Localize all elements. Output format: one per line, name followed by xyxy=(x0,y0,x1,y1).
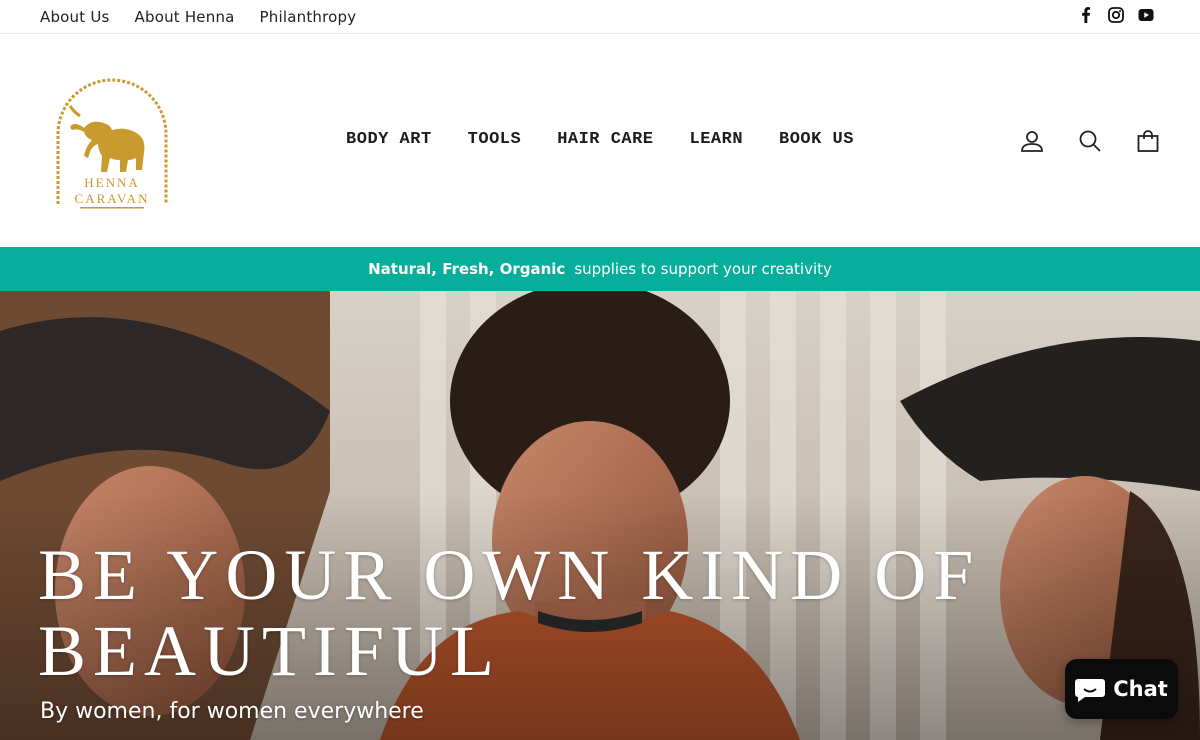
about-henna-link[interactable]: About Henna xyxy=(135,8,235,26)
about-us-link[interactable]: About Us xyxy=(40,8,110,26)
account-icon[interactable] xyxy=(1020,129,1044,153)
utility-links: About Us About Henna Philanthropy xyxy=(40,0,356,33)
nav-tools[interactable]: TOOLS xyxy=(468,130,522,149)
announcement-bold: Natural, Fresh, Organic xyxy=(368,260,566,278)
hero-banner: BE YOUR OWN KIND OF BEAUTIFUL By women, … xyxy=(0,291,1200,740)
logo-line2: CARAVAN xyxy=(75,191,150,206)
philanthropy-link[interactable]: Philanthropy xyxy=(260,8,357,26)
chat-bubble-icon xyxy=(1075,675,1106,703)
logo-line1: HENNA xyxy=(84,175,140,190)
header-icons xyxy=(1020,129,1160,153)
utility-bar: About Us About Henna Philanthropy xyxy=(0,0,1200,34)
chat-button[interactable]: Chat xyxy=(1065,659,1178,719)
nav-body-art[interactable]: BODY ART xyxy=(346,130,432,149)
hero-title: BE YOUR OWN KIND OF BEAUTIFUL xyxy=(38,535,981,691)
nav-book-us[interactable]: BOOK US xyxy=(779,130,854,149)
cart-icon[interactable] xyxy=(1136,129,1160,153)
site-header: HENNA CARAVAN BODY ART TOOLS HAIR CARE L… xyxy=(0,34,1200,246)
instagram-icon[interactable] xyxy=(1108,7,1124,23)
announcement-bar[interactable]: Natural, Fresh, Organic supplies to supp… xyxy=(0,247,1200,291)
facebook-icon[interactable] xyxy=(1078,7,1094,23)
search-icon[interactable] xyxy=(1078,129,1102,153)
youtube-icon[interactable] xyxy=(1138,7,1154,23)
announcement-text: supplies to support your creativity xyxy=(574,260,832,278)
chat-label: Chat xyxy=(1113,677,1168,701)
social-links xyxy=(1078,7,1154,23)
nav-learn[interactable]: LEARN xyxy=(690,130,744,149)
nav-hair-care[interactable]: HAIR CARE xyxy=(557,130,653,149)
hero-subtitle: By women, for women everywhere xyxy=(40,699,424,724)
